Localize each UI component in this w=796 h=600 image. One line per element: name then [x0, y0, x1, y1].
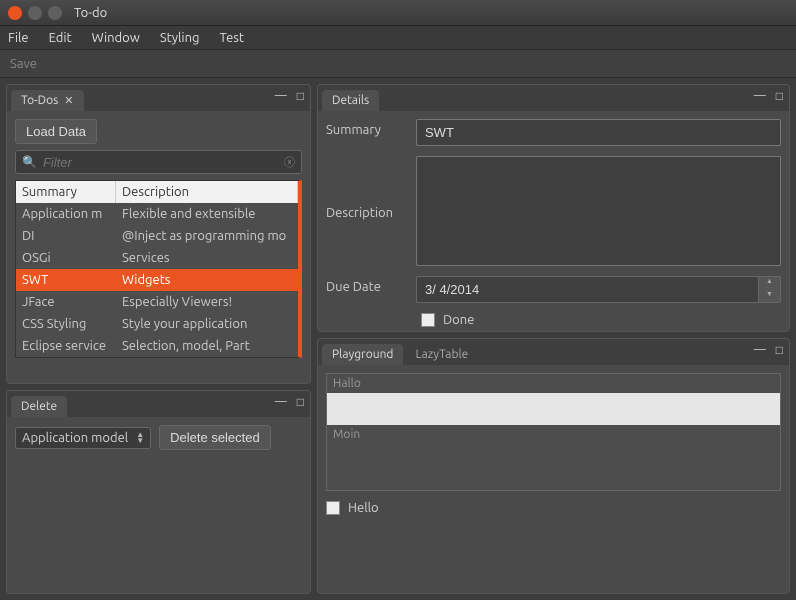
table-row[interactable]: Eclipse service Selection, model, Part — [16, 335, 298, 357]
hello-checkbox[interactable] — [326, 501, 340, 515]
filter-field[interactable]: 🔍 ⓧ — [15, 150, 302, 174]
list-item[interactable]: Hallo — [327, 374, 780, 393]
table-row[interactable]: OSGi Services — [16, 247, 298, 269]
tab-lazytable[interactable]: LazyTable — [405, 344, 478, 365]
panel-maximize-icon[interactable]: □ — [776, 89, 783, 103]
menu-file[interactable]: File — [8, 31, 29, 45]
menu-edit[interactable]: Edit — [49, 31, 72, 45]
list-item[interactable] — [327, 393, 780, 425]
chevron-down-icon[interactable]: ▼ — [759, 290, 780, 303]
load-data-button[interactable]: Load Data — [15, 119, 97, 144]
tab-todos[interactable]: To-Dos ✕ — [11, 90, 84, 111]
window-close-icon[interactable] — [8, 6, 22, 20]
toolbar: Save — [0, 50, 796, 78]
close-icon[interactable]: ✕ — [64, 94, 73, 107]
date-stepper[interactable]: ▲ ▼ — [759, 276, 781, 303]
spinner-value: Application model — [22, 431, 128, 445]
table-row[interactable]: Application m Flexible and extensible — [16, 203, 298, 225]
menu-styling[interactable]: Styling — [160, 31, 200, 45]
summary-input[interactable] — [416, 119, 781, 146]
col-summary[interactable]: Summary — [16, 181, 116, 203]
tab-details-label: Details — [332, 94, 369, 107]
label-done: Done — [443, 313, 474, 327]
label-duedate: Due Date — [326, 276, 406, 294]
playground-list[interactable]: Hallo Moin — [326, 373, 781, 491]
menu-window[interactable]: Window — [92, 31, 140, 45]
label-description: Description — [326, 202, 406, 220]
done-checkbox[interactable] — [421, 313, 435, 327]
list-item[interactable]: Moin — [327, 425, 780, 444]
clear-icon[interactable]: ⓧ — [284, 154, 295, 170]
table-row[interactable]: JFace Especially Viewers! — [16, 291, 298, 313]
col-description[interactable]: Description — [116, 181, 298, 203]
delete-selected-button[interactable]: Delete selected — [159, 425, 271, 450]
search-icon: 🔍 — [22, 155, 37, 169]
panel-minimize-icon[interactable]: — — [754, 343, 766, 357]
window-maximize-icon[interactable] — [48, 6, 62, 20]
delete-spinner[interactable]: Application model ▲ ▼ — [15, 427, 151, 449]
window-minimize-icon[interactable] — [28, 6, 42, 20]
tab-playground[interactable]: Playground — [322, 344, 403, 365]
panel-maximize-icon[interactable]: □ — [297, 395, 304, 409]
menubar: File Edit Window Styling Test — [0, 26, 796, 50]
tab-playground-label: Playground — [332, 348, 393, 361]
panel-delete: Delete — □ Application model ▲ ▼ — [6, 390, 311, 594]
tab-lazytable-label: LazyTable — [415, 348, 468, 361]
tab-delete[interactable]: Delete — [11, 396, 67, 417]
panel-maximize-icon[interactable]: □ — [776, 343, 783, 357]
panel-todos: To-Dos ✕ — □ Load Data 🔍 ⓧ — [6, 84, 311, 384]
menu-test[interactable]: Test — [219, 31, 244, 45]
workspace: To-Dos ✕ — □ Load Data 🔍 ⓧ — [0, 78, 796, 600]
chevron-up-icon[interactable]: ▲ — [759, 277, 780, 290]
label-summary: Summary — [326, 119, 406, 137]
table-row[interactable]: DI @Inject as programming mo — [16, 225, 298, 247]
tab-todos-label: To-Dos — [21, 94, 58, 107]
panel-minimize-icon[interactable]: — — [275, 395, 287, 409]
panel-maximize-icon[interactable]: □ — [297, 89, 304, 103]
window-title: To-do — [74, 6, 107, 20]
chevron-down-icon[interactable]: ▼ — [136, 438, 144, 444]
panel-playground: Playground LazyTable — □ Hallo Moin — [317, 338, 790, 594]
filter-input[interactable] — [43, 155, 278, 170]
table-row[interactable]: CSS Styling Style your application — [16, 313, 298, 335]
panel-minimize-icon[interactable]: — — [275, 89, 287, 103]
panel-minimize-icon[interactable]: — — [754, 89, 766, 103]
hello-label: Hello — [348, 501, 379, 515]
panel-details: Details — □ Summary Description Due Date — [317, 84, 790, 332]
description-textarea[interactable] — [416, 156, 781, 266]
tab-delete-label: Delete — [21, 400, 57, 413]
tab-details[interactable]: Details — [322, 90, 379, 111]
toolbar-save[interactable]: Save — [10, 57, 37, 71]
duedate-input[interactable] — [416, 276, 759, 303]
titlebar: To-do — [0, 0, 796, 26]
table-row[interactable]: SWT Widgets — [16, 269, 298, 291]
table-header: Summary Description — [16, 181, 298, 203]
todos-table[interactable]: Summary Description Application m Flexib… — [15, 180, 302, 358]
